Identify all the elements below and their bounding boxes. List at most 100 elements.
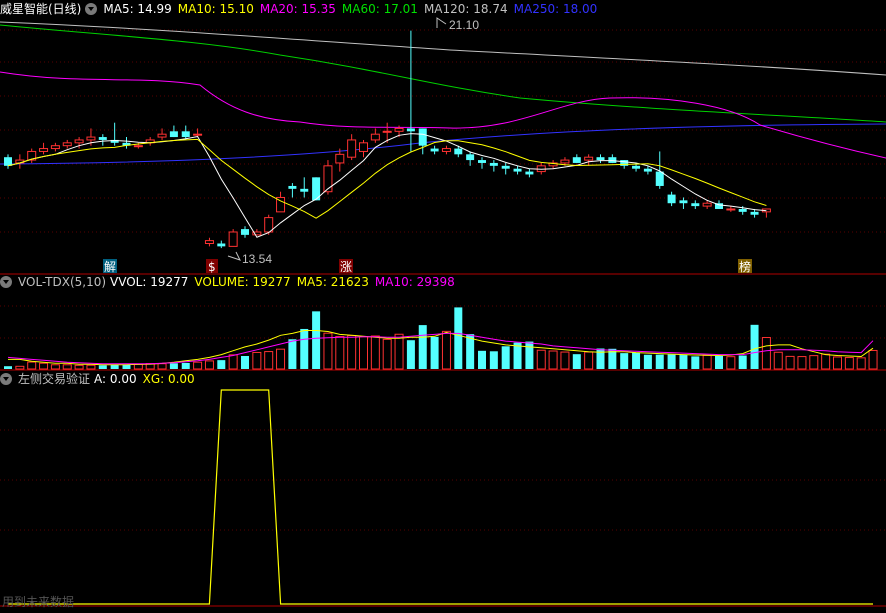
high-annotation: 21.10 xyxy=(436,17,479,32)
event-marker-bang[interactable]: 榜 xyxy=(738,259,752,274)
candle xyxy=(335,148,345,172)
volume-bar xyxy=(323,332,333,370)
volume-bar xyxy=(418,325,427,369)
candle xyxy=(228,229,238,247)
volume-bar xyxy=(98,365,107,369)
volume-bar xyxy=(620,353,629,369)
volume-bar xyxy=(441,330,451,370)
volume-bar xyxy=(312,311,321,369)
volume-bar xyxy=(797,356,807,370)
volume-bar xyxy=(501,346,510,369)
volume-bar xyxy=(181,362,190,369)
candle xyxy=(608,154,617,163)
volume-bar xyxy=(122,364,131,369)
volume-bar xyxy=(715,356,723,369)
candle xyxy=(430,145,439,155)
chart-canvas[interactable]: 21.10 13.54 解 $ 涨 榜 xyxy=(0,0,886,613)
candle xyxy=(478,157,486,169)
volume-bar xyxy=(359,336,368,370)
candle xyxy=(525,168,534,178)
volume-bar xyxy=(809,355,819,370)
candle xyxy=(204,237,214,247)
candle xyxy=(145,137,155,146)
candle xyxy=(50,142,60,152)
candle xyxy=(513,165,522,175)
candle xyxy=(98,134,107,146)
candle xyxy=(501,162,510,175)
volume-bar xyxy=(288,339,297,369)
volume-bar xyxy=(785,355,795,370)
candle xyxy=(691,200,700,209)
candle xyxy=(418,128,427,155)
volume-bar xyxy=(856,357,866,370)
volume-bar xyxy=(394,333,404,370)
volume-bar xyxy=(39,362,49,370)
svg-text:$: $ xyxy=(208,260,216,274)
volume-bar xyxy=(430,336,439,369)
volume-bar xyxy=(868,349,878,370)
volume-bar xyxy=(62,364,72,370)
event-marker-dollar[interactable]: $ xyxy=(206,259,218,274)
volume-bar xyxy=(228,354,238,370)
volume-bar xyxy=(821,353,831,370)
candle xyxy=(264,214,274,235)
volume-bar xyxy=(667,354,676,369)
volume-bar xyxy=(726,356,736,370)
volume-bar xyxy=(382,338,392,370)
candle xyxy=(359,139,368,158)
volume-bar xyxy=(548,350,558,370)
volume-bar xyxy=(454,307,463,369)
volume-bar xyxy=(264,351,274,370)
volume-bar xyxy=(241,356,249,369)
candlestick-series xyxy=(4,30,771,249)
volume-bar xyxy=(157,363,167,370)
candle xyxy=(572,154,581,163)
candle xyxy=(667,191,676,207)
candle xyxy=(4,154,12,169)
volume-bar xyxy=(347,335,357,370)
volume-bar xyxy=(370,335,380,370)
svg-text:涨: 涨 xyxy=(340,259,352,274)
candle xyxy=(370,128,380,143)
candle xyxy=(288,183,297,198)
svg-text:榜: 榜 xyxy=(739,259,751,274)
volume-bar xyxy=(833,356,842,370)
low-annotation: 13.54 xyxy=(227,251,272,266)
event-marker-zhang[interactable]: 涨 xyxy=(339,259,353,274)
volume-bar xyxy=(110,364,119,369)
volume-bar xyxy=(691,356,700,369)
future-data-warning: 用到未来数据 xyxy=(2,595,75,609)
volume-bar xyxy=(335,336,345,370)
volume-bar xyxy=(773,351,783,370)
candle xyxy=(596,154,605,163)
volume-bar xyxy=(702,354,712,370)
svg-text:解: 解 xyxy=(104,260,116,274)
volume-bar xyxy=(738,355,747,369)
volume-bar xyxy=(750,324,759,369)
volume-bar xyxy=(169,363,178,369)
volume-bar xyxy=(50,364,60,370)
volume-bar xyxy=(536,349,546,370)
volume-bar xyxy=(632,352,641,369)
volume-bar xyxy=(217,360,226,369)
candle xyxy=(584,154,594,166)
volume-bar xyxy=(560,351,570,370)
volume-bar xyxy=(15,365,25,370)
event-marker-jie[interactable]: 解 xyxy=(103,259,117,274)
indicator-line xyxy=(8,389,873,605)
volume-bar xyxy=(643,354,652,369)
volume-bar xyxy=(655,354,664,369)
volume-bar xyxy=(300,328,309,369)
volume-bar xyxy=(761,337,771,370)
volume-bar xyxy=(489,351,498,369)
low-price-label: 13.54 xyxy=(242,252,272,266)
volume-bar xyxy=(204,360,214,370)
candle xyxy=(169,125,178,138)
candle xyxy=(347,134,357,161)
volume-bar xyxy=(86,364,96,370)
candle xyxy=(27,148,37,163)
candle xyxy=(548,160,558,169)
candle xyxy=(300,177,309,198)
volume-bar xyxy=(252,351,262,370)
candle xyxy=(217,240,226,249)
